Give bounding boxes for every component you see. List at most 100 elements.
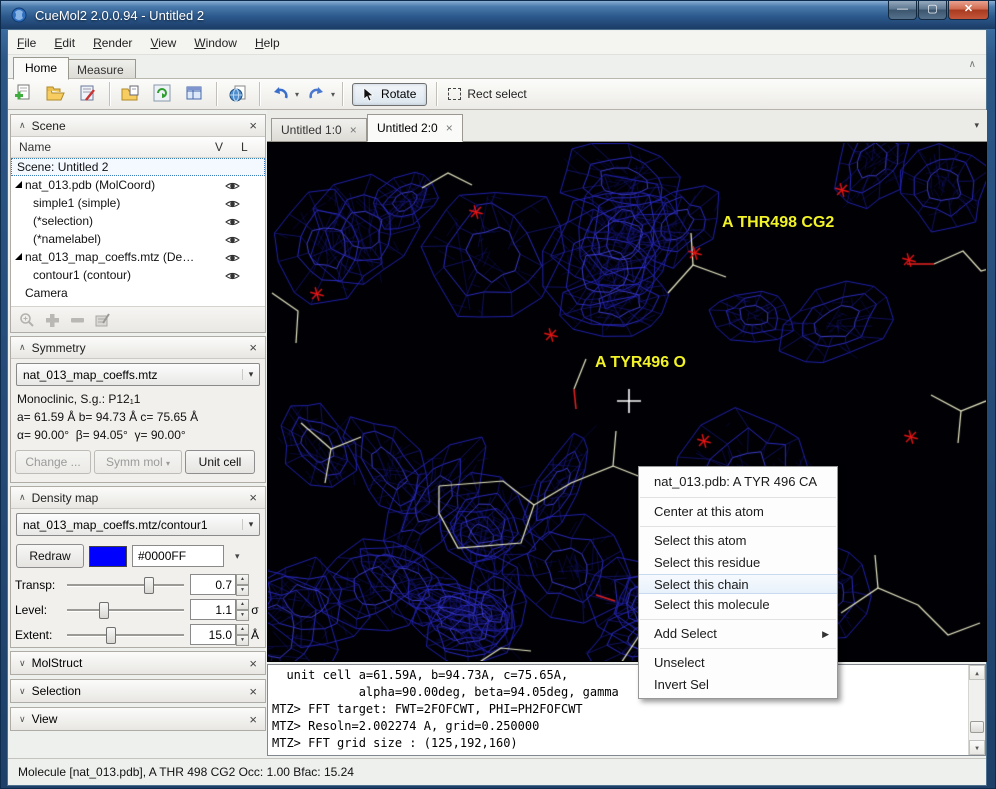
visibility-eye-icon[interactable] xyxy=(225,181,240,191)
molecular-viewport[interactable]: A THR498 CG2 A TYR496 O xyxy=(267,142,987,662)
transparency-value[interactable]: 0.7 xyxy=(190,574,236,595)
visibility-eye-icon[interactable] xyxy=(225,235,240,245)
close-icon[interactable]: × xyxy=(249,118,257,133)
column-lock[interactable]: L xyxy=(241,140,265,154)
extent-value[interactable]: 15.0 xyxy=(190,624,236,645)
visibility-eye-icon[interactable] xyxy=(225,253,240,263)
tab-measure[interactable]: Measure xyxy=(65,59,136,80)
menu-item-select-atom[interactable]: Select this atom xyxy=(639,530,837,552)
color-hex-field[interactable]: #0000FF xyxy=(132,545,224,567)
density-panel-header[interactable]: ∧ Density map × xyxy=(11,487,265,509)
menu-item-add-select[interactable]: Add Select ▶ xyxy=(639,623,837,645)
extent-slider[interactable] xyxy=(67,626,184,644)
view-tab-2[interactable]: Untitled 2:0 × xyxy=(367,114,463,142)
selection-panel-header[interactable]: ∨ Selection × xyxy=(10,679,266,703)
scroll-thumb[interactable] xyxy=(970,721,984,733)
slider-thumb[interactable] xyxy=(144,577,154,594)
symm-mol-button[interactable]: Symm mol ▾ xyxy=(94,450,182,474)
tab-close-icon[interactable]: × xyxy=(446,121,453,135)
expand-icon[interactable]: ∨ xyxy=(19,714,26,725)
column-name[interactable]: Name xyxy=(11,140,215,154)
tree-row-selection[interactable]: (*selection) xyxy=(11,212,265,230)
expand-icon[interactable]: ∨ xyxy=(19,686,26,697)
titlebar[interactable]: CueMol2 2.0.0.94 - Untitled 2 — ▢ ✕ xyxy=(1,1,996,29)
level-value[interactable]: 1.1 xyxy=(190,599,236,620)
expander-icon[interactable] xyxy=(15,181,22,188)
tree-row-camera[interactable]: Camera xyxy=(11,284,265,302)
slider-thumb[interactable] xyxy=(106,627,116,644)
new-scene-button[interactable] xyxy=(10,81,38,107)
tree-row-scene[interactable]: Scene: Untitled 2 xyxy=(11,158,265,176)
menu-item-invert-sel[interactable]: Invert Sel xyxy=(639,674,837,696)
undo-button[interactable] xyxy=(267,81,295,107)
tree-row-map[interactable]: nat_013_map_coeffs.mtz (De… xyxy=(11,248,265,266)
ribbon-collapse-icon[interactable]: ∧ xyxy=(969,59,976,70)
console-scrollbar[interactable]: ▲ ▼ xyxy=(968,665,985,755)
render-button[interactable] xyxy=(224,81,252,107)
view-panel-header[interactable]: ∨ View × xyxy=(10,707,266,731)
map-color-swatch[interactable] xyxy=(89,546,127,567)
tab-home[interactable]: Home xyxy=(13,57,69,80)
level-spinner[interactable]: ▲▼ xyxy=(236,599,249,620)
tree-row-contour[interactable]: contour1 (contour) xyxy=(11,266,265,284)
tab-list-dropdown-icon[interactable]: ▾ xyxy=(974,120,979,131)
unit-cell-button[interactable]: Unit cell xyxy=(185,450,255,474)
close-icon[interactable]: × xyxy=(249,656,257,671)
maximize-button[interactable]: ▢ xyxy=(918,1,947,20)
visibility-eye-icon[interactable] xyxy=(225,271,240,281)
close-icon[interactable]: × xyxy=(249,712,257,727)
tree-row-molecule[interactable]: nat_013.pdb (MolCoord) xyxy=(11,176,265,194)
density-target-select[interactable]: nat_013_map_coeffs.mtz/contour1 ▾ xyxy=(16,513,260,536)
menu-window[interactable]: Window xyxy=(185,33,246,53)
menu-item-center-at-atom[interactable]: Center at this atom xyxy=(639,501,837,523)
menu-item-select-residue[interactable]: Select this residue xyxy=(639,552,837,574)
expand-icon[interactable]: ∨ xyxy=(19,658,26,669)
collapse-icon[interactable]: ∧ xyxy=(19,342,26,353)
add-renderer-icon[interactable] xyxy=(44,312,60,328)
collapse-icon[interactable]: ∧ xyxy=(19,120,26,131)
reload-button[interactable] xyxy=(149,81,177,107)
properties-icon[interactable] xyxy=(94,312,112,328)
close-button[interactable]: ✕ xyxy=(948,1,989,20)
chevron-down-icon[interactable]: ▾ xyxy=(235,551,240,562)
visibility-eye-icon[interactable] xyxy=(225,199,240,209)
menu-file[interactable]: File xyxy=(8,33,45,53)
scroll-up-icon[interactable]: ▲ xyxy=(969,665,985,680)
table-view-button[interactable] xyxy=(181,81,209,107)
zoom-tool-icon[interactable] xyxy=(19,312,35,328)
transparency-spinner[interactable]: ▲▼ xyxy=(236,574,249,595)
undo-caret-icon[interactable]: ▾ xyxy=(295,90,299,99)
scene-panel-header[interactable]: ∧ Scene × xyxy=(11,115,265,137)
density-mesh-canvas[interactable] xyxy=(268,143,986,661)
close-icon[interactable]: × xyxy=(249,490,257,505)
menu-edit[interactable]: Edit xyxy=(45,33,84,53)
symmetry-panel-header[interactable]: ∧ Symmetry × xyxy=(11,337,265,359)
redo-caret-icon[interactable]: ▾ xyxy=(331,90,335,99)
minimize-button[interactable]: — xyxy=(888,1,917,20)
redo-button[interactable] xyxy=(303,81,331,107)
expander-icon[interactable] xyxy=(15,253,22,260)
remove-renderer-icon[interactable] xyxy=(69,312,85,328)
menu-render[interactable]: Render xyxy=(84,33,141,53)
scroll-down-icon[interactable]: ▼ xyxy=(969,740,985,755)
collapse-icon[interactable]: ∧ xyxy=(19,492,26,503)
close-icon[interactable]: × xyxy=(249,684,257,699)
change-button[interactable]: Change ... xyxy=(15,450,91,474)
visibility-eye-icon[interactable] xyxy=(225,217,240,227)
tree-row-namelabel[interactable]: (*namelabel) xyxy=(11,230,265,248)
level-slider[interactable] xyxy=(67,601,184,619)
tab-close-icon[interactable]: × xyxy=(350,123,357,137)
rect-select-button[interactable]: Rect select xyxy=(442,84,532,104)
tree-row-renderer[interactable]: simple1 (simple) xyxy=(11,194,265,212)
log-console[interactable]: unit cell a=61.59A, b=94.73A, c=75.65A, … xyxy=(267,664,986,756)
menu-item-unselect[interactable]: Unselect xyxy=(639,652,837,674)
menu-view[interactable]: View xyxy=(141,33,185,53)
transparency-slider[interactable] xyxy=(67,576,184,594)
rotate-tool-button[interactable]: Rotate xyxy=(352,83,427,106)
view-tab-1[interactable]: Untitled 1:0 × xyxy=(271,118,367,142)
molstruct-panel-header[interactable]: ∨ MolStruct × xyxy=(10,651,266,675)
open-file-button[interactable] xyxy=(117,81,145,107)
column-visibility[interactable]: V xyxy=(215,140,241,154)
redraw-button[interactable]: Redraw xyxy=(16,544,84,568)
close-icon[interactable]: × xyxy=(249,340,257,355)
